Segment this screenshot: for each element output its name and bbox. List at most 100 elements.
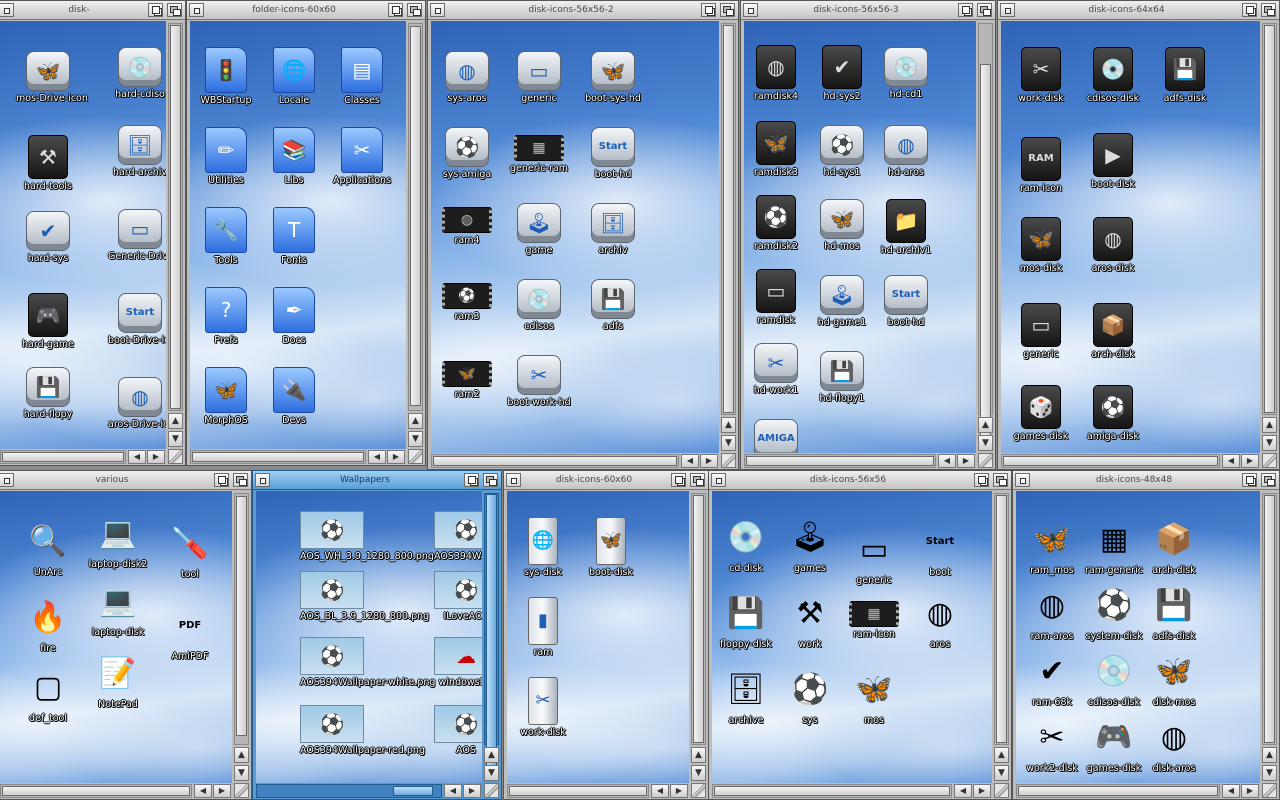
horizontal-scroll-thumb[interactable] xyxy=(433,456,677,466)
horizontal-scroll-thumb[interactable] xyxy=(192,452,364,462)
icon-docs[interactable]: ✒ Docs xyxy=(262,287,326,346)
horizontal-scrollbar[interactable]: ◀ ▶ xyxy=(0,450,166,464)
scroll-right-arrow[interactable]: ▶ xyxy=(1241,784,1259,798)
icon-ramdisk[interactable]: ▭ ramdisk xyxy=(744,269,808,326)
icon-game[interactable]: 🕹 game xyxy=(507,203,571,256)
title-bar[interactable]: disk-icons-60x60 xyxy=(504,471,708,490)
icon-aros-disk[interactable]: ◍ aros-disk xyxy=(1081,217,1145,274)
horizontal-scroll-thumb[interactable] xyxy=(2,452,124,462)
close-button[interactable] xyxy=(0,3,14,17)
icon-ram3[interactable]: ⚽ ram3 xyxy=(435,273,499,322)
depth-button[interactable] xyxy=(233,473,248,487)
icon-aos394wallpaper[interactable]: ⚽ AOS394Wallpaper xyxy=(434,511,482,562)
icon-hd-flopy1[interactable]: 💾 hd-flopy1 xyxy=(810,351,874,404)
icon-floppy-disk[interactable]: 💾 floppy-disk xyxy=(714,591,778,651)
window-w2[interactable]: folder-icons-60x60 🚦 WBStartup 🌐 Locale ▤ Clas… xyxy=(186,0,426,466)
icon-hard-game[interactable]: 🎮 hard-game xyxy=(16,293,80,350)
icon-ram-icon[interactable]: RAM ram-icon xyxy=(1009,137,1073,194)
icon-games-disk[interactable]: 🎮 games-disk xyxy=(1082,715,1146,775)
zoom-button[interactable] xyxy=(958,3,973,17)
scroll-up-arrow[interactable]: ▲ xyxy=(1262,417,1277,433)
scroll-up-arrow[interactable]: ▲ xyxy=(691,747,706,763)
zoom-button[interactable] xyxy=(701,3,716,17)
horizontal-scrollbar[interactable]: ◀ ▶ xyxy=(712,784,992,798)
icon-mos[interactable]: 🦋 mos xyxy=(842,667,906,727)
icon-games-disk[interactable]: 🎲 games-disk xyxy=(1009,385,1073,442)
scroll-right-arrow[interactable]: ▶ xyxy=(387,450,405,464)
icon-cdisos-disk[interactable]: 💿 cdisos-disk xyxy=(1081,47,1145,104)
close-button[interactable] xyxy=(743,3,758,17)
icon-archive[interactable]: 🗄 archive xyxy=(714,667,778,727)
scroll-right-arrow[interactable]: ▶ xyxy=(463,784,481,798)
close-button[interactable] xyxy=(255,473,270,487)
icon-tools[interactable]: 🔧 Tools xyxy=(194,207,258,266)
depth-button[interactable] xyxy=(720,3,735,17)
vertical-scrollbar[interactable]: ▲ ▼ xyxy=(691,493,706,781)
icon-ramdisk2[interactable]: ⚽ ramdisk2 xyxy=(744,195,808,252)
vertical-scroll-track[interactable] xyxy=(484,493,499,774)
icon-disk-aros[interactable]: ◍ disk-aros xyxy=(1142,715,1206,775)
icon-work-disk[interactable]: ✂ work-disk xyxy=(511,677,575,738)
icon-locale[interactable]: 🌐 Locale xyxy=(262,47,326,106)
scroll-right-arrow[interactable]: ▶ xyxy=(957,454,975,468)
scroll-down-arrow[interactable]: ▼ xyxy=(721,435,736,451)
scroll-right-arrow[interactable]: ▶ xyxy=(973,784,991,798)
scroll-up-arrow[interactable]: ▲ xyxy=(1262,747,1277,763)
icon-ram2[interactable]: 🦋 ram2 xyxy=(435,351,499,400)
icon-iloveaos[interactable]: ⚽ ILoveAOS xyxy=(434,571,482,622)
icon-hard-tools[interactable]: ⚒ hard-tools xyxy=(16,135,80,192)
icon-games[interactable]: 🕹 games xyxy=(778,515,842,575)
resize-gadget[interactable] xyxy=(408,449,423,464)
vertical-scrollbar[interactable]: ▲ ▼ xyxy=(408,23,423,447)
zoom-button[interactable] xyxy=(1242,3,1257,17)
horizontal-scrollbar[interactable]: ◀ ▶ xyxy=(256,784,482,798)
zoom-button[interactable] xyxy=(148,3,163,17)
vertical-scroll-track[interactable] xyxy=(1262,493,1277,745)
horizontal-scroll-thumb[interactable] xyxy=(1003,456,1218,466)
vertical-scrollbar[interactable]: ▲ ▼ xyxy=(234,493,249,781)
scroll-left-arrow[interactable]: ◀ xyxy=(651,784,669,798)
scroll-up-arrow[interactable]: ▲ xyxy=(978,417,993,433)
title-bar[interactable]: Wallpapers xyxy=(253,471,501,490)
title-bar[interactable]: folder-icons-60x60 xyxy=(187,1,425,20)
icon-hd-cd1[interactable]: 💿 hd-cd1 xyxy=(874,47,938,100)
vertical-scroll-track[interactable] xyxy=(721,23,736,415)
icon-hd-game1[interactable]: 🕹 hd-game1 xyxy=(810,275,874,328)
window-w9[interactable]: disk-icons-56x56 💿 cd-disk 🕹 games ▭ generic St… xyxy=(708,470,1012,800)
icon-ramdisk3[interactable]: 🦋 ramdisk3 xyxy=(744,121,808,178)
icon-arch-disk[interactable]: 📦 arch-disk xyxy=(1081,303,1145,360)
window-w1[interactable]: disk- 🦋 mos-Drive-icon 💿 hard-cdiso ⚒ hard-too… xyxy=(0,0,186,466)
icon-classes[interactable]: ▤ Classes xyxy=(330,47,394,106)
horizontal-scroll-thumb[interactable] xyxy=(746,456,934,466)
horizontal-scrollbar[interactable]: ◀ ▶ xyxy=(507,784,689,798)
title-bar[interactable]: disk- xyxy=(0,1,185,20)
icon-ramdisk4[interactable]: ◍ ramdisk4 xyxy=(744,45,808,102)
icon-boot-hd[interactable]: Start boot-hd xyxy=(874,275,938,328)
icon-devs[interactable]: 🔌 Devs xyxy=(262,367,326,426)
close-button[interactable] xyxy=(711,473,726,487)
icon-sys-disk[interactable]: 🌐 sys-disk xyxy=(511,517,575,578)
icon-libs[interactable]: 📚 Libs xyxy=(262,127,326,186)
depth-button[interactable] xyxy=(1261,473,1276,487)
vertical-scroll-thumb[interactable] xyxy=(723,25,734,413)
scroll-down-arrow[interactable]: ▼ xyxy=(1262,435,1277,451)
scroll-left-arrow[interactable]: ◀ xyxy=(1222,784,1240,798)
icon-unarc[interactable]: 🔍 UnArc xyxy=(16,519,80,579)
vertical-scrollbar[interactable]: ▲ ▼ xyxy=(994,493,1009,781)
icon-hd-mos[interactable]: 🦋 hd-mos xyxy=(810,199,874,252)
vertical-scroll-track[interactable] xyxy=(1262,23,1277,415)
horizontal-scroll-track[interactable] xyxy=(0,450,126,464)
icon-aos-bl-3-9-1280-800-png[interactable]: ⚽ AOS_BL_3.9_1280_800.png xyxy=(300,571,429,622)
horizontal-scroll-track[interactable] xyxy=(744,454,936,468)
depth-button[interactable] xyxy=(167,3,182,17)
vertical-scrollbar[interactable]: ▲ ▼ xyxy=(721,23,736,451)
horizontal-scroll-track[interactable] xyxy=(712,784,952,798)
depth-button[interactable] xyxy=(407,3,422,17)
icon-aos[interactable]: ⚽ AOS xyxy=(434,705,482,756)
vertical-scroll-thumb[interactable] xyxy=(980,64,991,444)
icon-hd-aros[interactable]: ◍ hd-aros xyxy=(874,125,938,178)
icon-wbstartup[interactable]: 🚦 WBStartup xyxy=(194,47,258,106)
icon-cd-disk[interactable]: 💿 cd-disk xyxy=(714,515,778,575)
scroll-down-arrow[interactable]: ▼ xyxy=(168,431,183,447)
icon-ram[interactable]: ▮ ram xyxy=(511,597,575,658)
